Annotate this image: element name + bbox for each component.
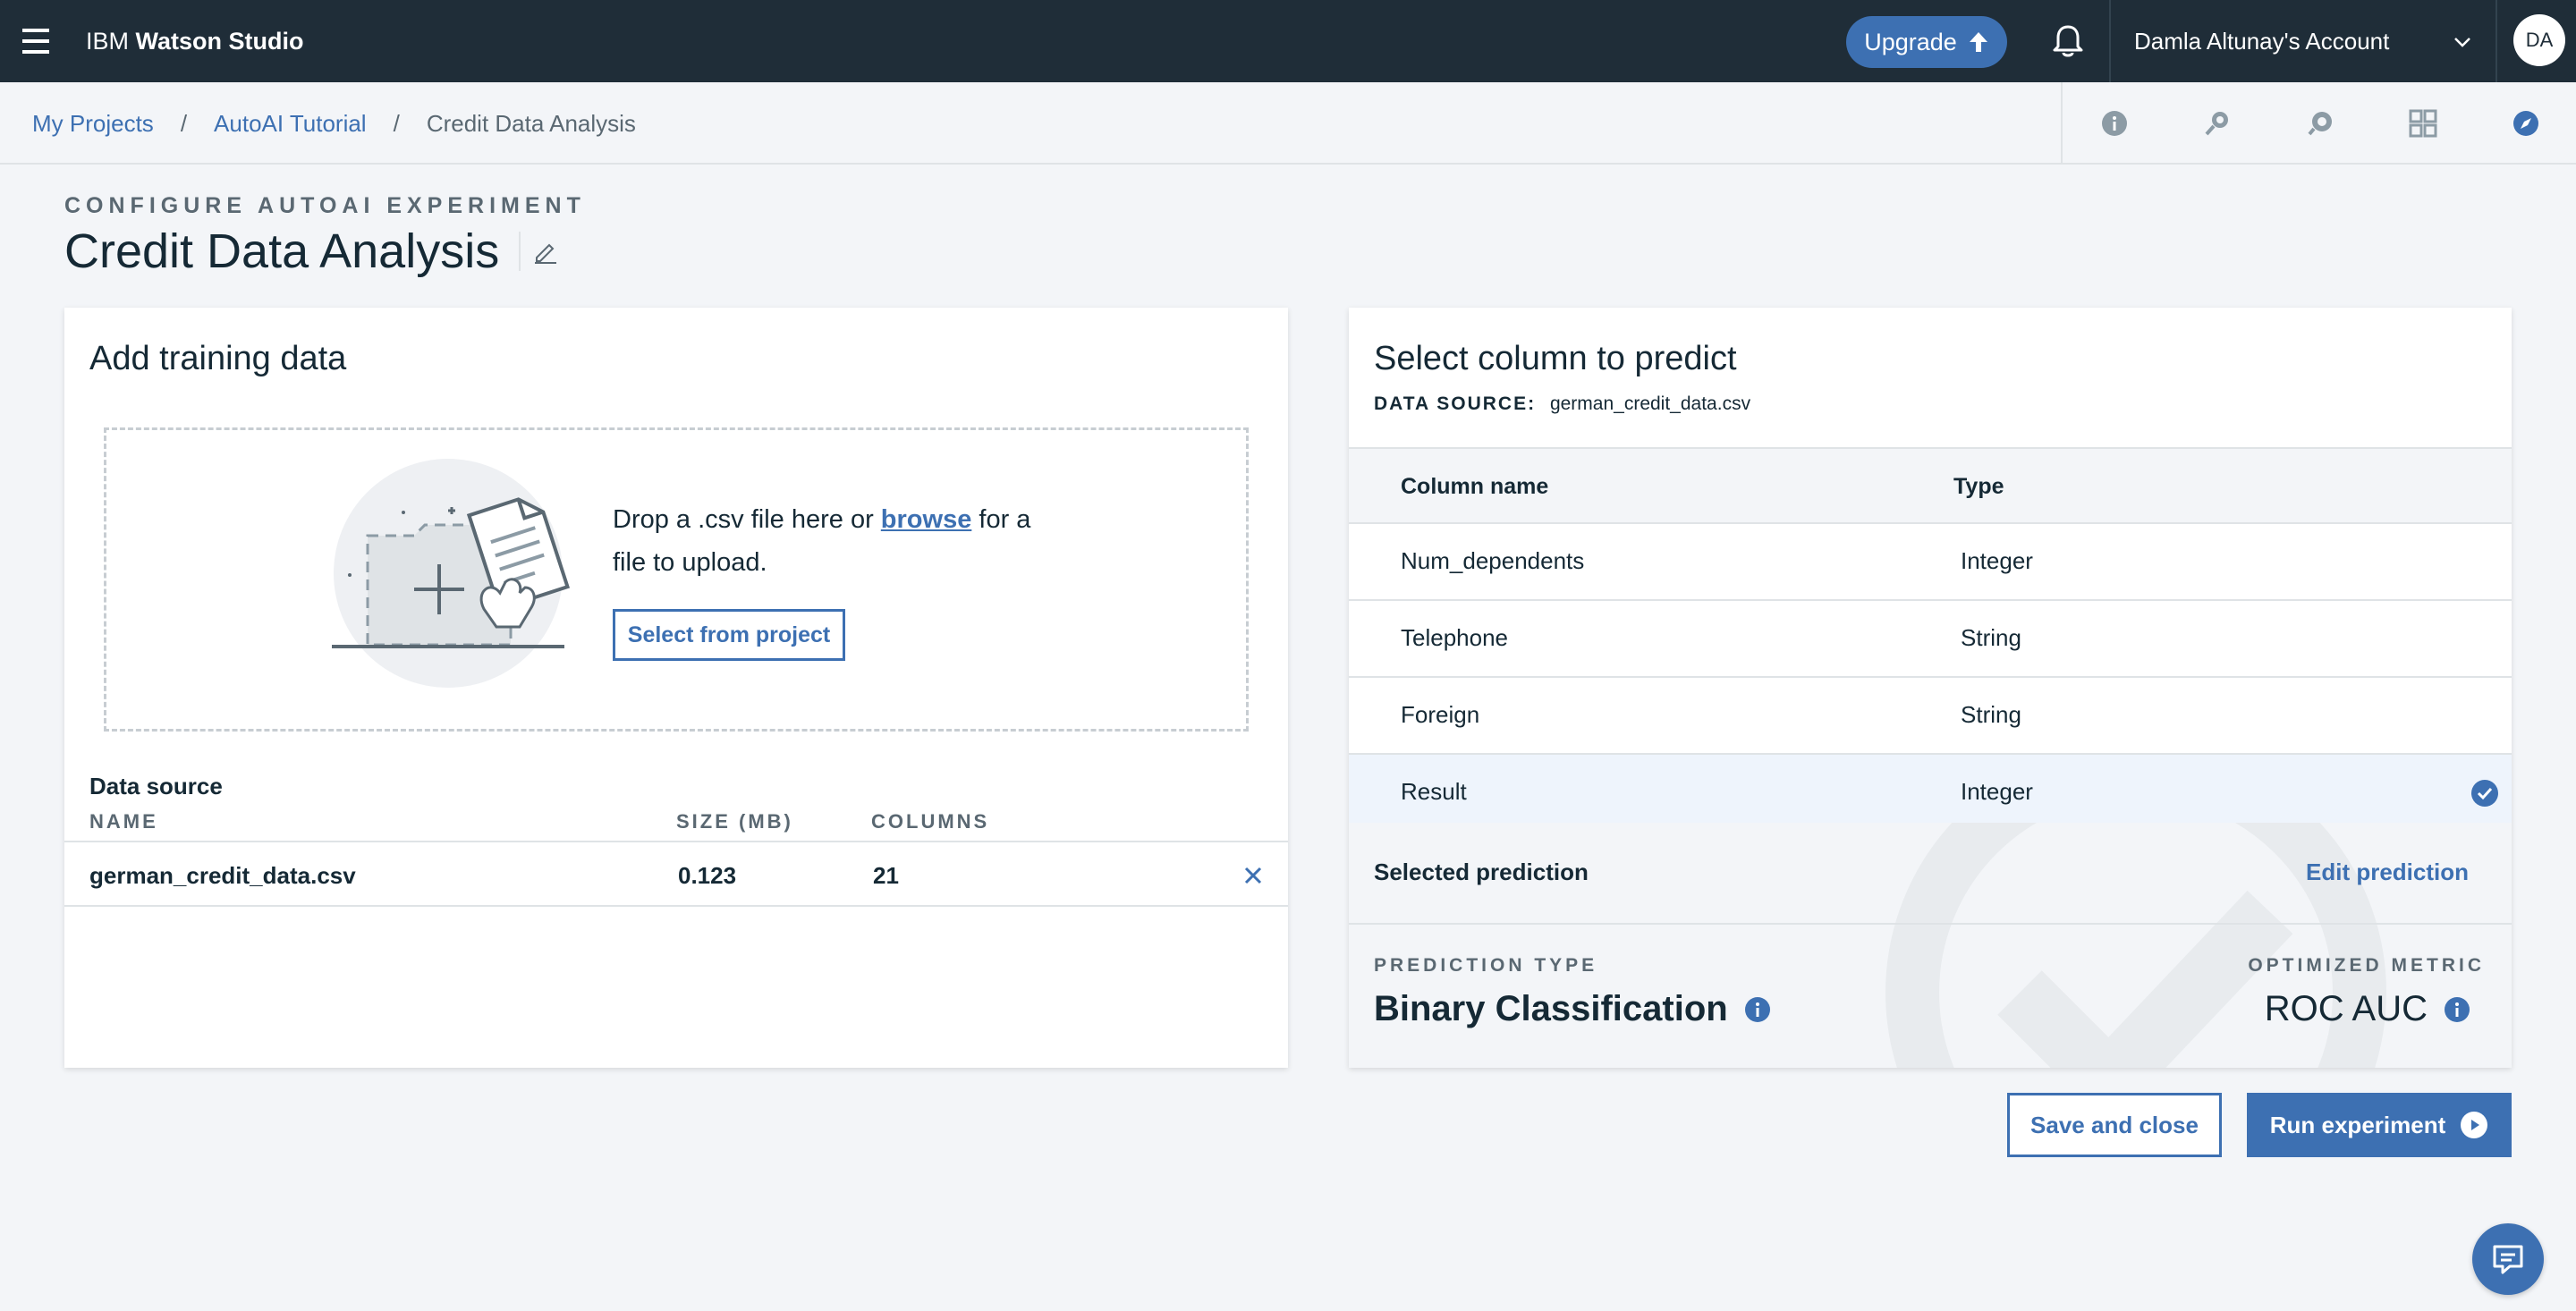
divider (1349, 923, 2512, 925)
prediction-card: Select column to predict DATA SOURCE: ge… (1349, 308, 2512, 1068)
row-column-name: Result (1401, 778, 1467, 805)
data-source-table-header: NAME SIZE (MB) COLUMNS (64, 807, 1288, 842)
breadcrumb-separator: / (180, 109, 188, 137)
play-icon (2461, 1112, 2488, 1138)
hamburger-menu-icon[interactable] (0, 0, 72, 82)
brand-name: Watson Studio (135, 27, 304, 55)
chat-bubble-icon (2493, 1245, 2523, 1274)
info-tool[interactable] (2063, 82, 2165, 165)
table-row[interactable]: Foreign String (1349, 678, 2512, 755)
page-eyebrow: CONFIGURE AUTOAI EXPERIMENT (64, 193, 586, 218)
breadcrumb-bar: My Projects / AutoAI Tutorial / Credit D… (0, 82, 2576, 165)
table-row[interactable]: Telephone String (1349, 601, 2512, 678)
file-name: german_credit_data.csv (89, 862, 356, 889)
columns-table-header: Column name Type (1349, 447, 2512, 524)
topbar-divider (2496, 0, 2497, 82)
guided-tour-tool[interactable] (2474, 82, 2576, 165)
edit-title-button[interactable] (519, 232, 558, 271)
notification-bell-icon[interactable] (2046, 20, 2089, 63)
file-size: 0.123 (678, 862, 737, 889)
table-row[interactable]: Num_dependents Integer (1349, 524, 2512, 601)
row-type: Integer (1961, 778, 2033, 805)
optimized-metric-value: ROC AUC (2264, 989, 2428, 1028)
data-source-row: german_credit_data.csv 0.123 21 (64, 844, 1288, 907)
prediction-type-label: PREDICTION TYPE (1374, 955, 1598, 976)
pencil-icon (535, 243, 557, 264)
project-toolbar (2061, 82, 2576, 165)
brand-prefix: IBM (86, 27, 130, 55)
row-column-name: Foreign (1401, 701, 1480, 728)
column-header-columns: COLUMNS (871, 810, 990, 833)
info-icon[interactable] (2444, 996, 2470, 1023)
data-source-label: DATA SOURCE: (1374, 393, 1537, 414)
info-icon[interactable] (1744, 996, 1771, 1023)
upgrade-button[interactable]: Upgrade (1846, 16, 2007, 68)
product-brand[interactable]: IBM Watson Studio (86, 28, 304, 55)
table-row-selected[interactable]: Result Integer (1349, 755, 2512, 832)
info-icon (2101, 111, 2127, 136)
training-card-title: Add training data (89, 340, 347, 377)
browse-link[interactable]: browse (881, 505, 972, 534)
optimized-metric-group: ROC AUC (2265, 989, 2470, 1029)
breadcrumb-separator: / (393, 109, 400, 137)
edit-prediction-link[interactable]: Edit prediction (2306, 858, 2469, 886)
prediction-type-value: Binary Classification (1374, 989, 1728, 1028)
page-title-group: Credit Data Analysis (64, 224, 558, 279)
header-type: Type (1953, 474, 2004, 499)
breadcrumb-link-my-projects[interactable]: My Projects (32, 110, 154, 138)
prediction-card-title: Select column to predict (1374, 340, 1737, 377)
user-avatar[interactable]: DA (2513, 14, 2565, 66)
file-columns: 21 (873, 862, 899, 889)
apps-tool[interactable] (2371, 82, 2474, 165)
column-header-size: SIZE (MB) (676, 810, 793, 833)
account-switcher[interactable]: Damla Altunay's Account (2134, 0, 2389, 82)
data-source-heading: Data source (89, 773, 223, 799)
training-data-card: Add training data Drop a .csv file here … (64, 308, 1288, 1068)
upload-illustration-icon (332, 459, 571, 688)
collaboration-icon (2307, 112, 2332, 136)
upload-arrow-icon (1969, 32, 1987, 52)
row-type: String (1961, 624, 2021, 651)
selected-prediction-panel: Selected prediction Edit prediction PRED… (1349, 823, 2512, 1068)
drop-instructions: Drop a .csv file here or browse for a fi… (613, 498, 1042, 584)
data-source-value: german_credit_data.csv (1549, 393, 1751, 414)
selected-prediction-heading: Selected prediction (1374, 858, 1589, 885)
checkmark-icon (2471, 780, 2498, 807)
page-title: Credit Data Analysis (64, 224, 500, 278)
run-experiment-button[interactable]: Run experiment (2247, 1093, 2512, 1157)
row-type: Integer (1961, 547, 2033, 574)
run-experiment-label: Run experiment (2269, 1111, 2446, 1138)
find-assets-tool[interactable] (2165, 82, 2268, 165)
save-and-close-button[interactable]: Save and close (2007, 1093, 2222, 1157)
breadcrumb-link-autoai-tutorial[interactable]: AutoAI Tutorial (214, 110, 367, 138)
breadcrumb: My Projects / AutoAI Tutorial / Credit D… (32, 82, 636, 165)
topbar-divider (2109, 0, 2111, 82)
column-header-name: NAME (89, 810, 158, 833)
drop-text-prefix: Drop a .csv file here or (613, 505, 881, 534)
optimized-metric-label: OPTIMIZED METRIC (2248, 955, 2485, 976)
search-asset-icon (2205, 112, 2228, 136)
close-icon[interactable] (1243, 866, 1263, 885)
prediction-type-group: Binary Classification (1374, 989, 1771, 1029)
chat-support-button[interactable] (2472, 1223, 2544, 1295)
header-column-name: Column name (1401, 474, 1549, 499)
breadcrumb-current: Credit Data Analysis (426, 109, 636, 137)
grid-icon (2409, 109, 2436, 138)
row-column-name: Telephone (1401, 624, 1508, 651)
upgrade-label: Upgrade (1864, 28, 1957, 55)
row-column-name: Num_dependents (1401, 547, 1585, 574)
compass-icon (2512, 111, 2538, 136)
chevron-down-icon[interactable] (2451, 30, 2474, 54)
file-dropzone[interactable]: Drop a .csv file here or browse for a fi… (104, 427, 1249, 732)
row-type: String (1961, 701, 2021, 728)
select-from-project-button[interactable]: Select from project (613, 609, 845, 661)
collaborators-tool[interactable] (2268, 82, 2371, 165)
data-source-line: DATA SOURCE: german_credit_data.csv (1374, 393, 1750, 415)
